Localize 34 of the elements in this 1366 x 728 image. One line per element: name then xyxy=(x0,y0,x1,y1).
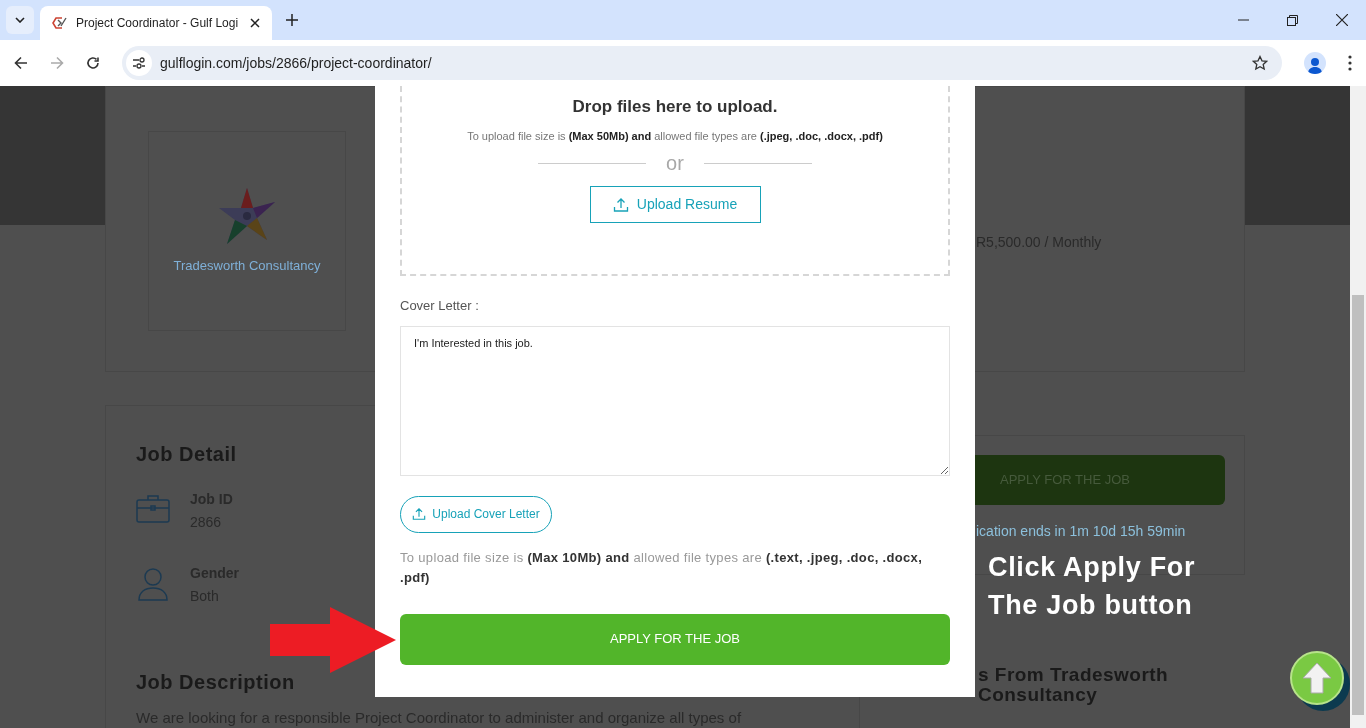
divider-text: or xyxy=(666,151,684,176)
site-settings-icon[interactable] xyxy=(125,50,152,76)
bookmark-star-icon[interactable] xyxy=(1252,55,1269,71)
close-icon[interactable] xyxy=(250,18,260,28)
close-icon[interactable] xyxy=(1336,14,1348,26)
site-logo-icon xyxy=(52,16,68,30)
upload-icon xyxy=(412,507,427,521)
browser-tab[interactable]: Project Coordinator - Gulf Logi xyxy=(40,6,272,40)
scrollbar[interactable] xyxy=(1350,86,1366,728)
annotation-caption: Click Apply For The Job button xyxy=(988,551,1197,622)
drop-note: To upload file size is (Max 50Mb) and allowed file types are (.jpeg, .doc, .docx, .pdf) xyxy=(467,128,883,144)
restore-icon[interactable] xyxy=(1287,14,1298,26)
menu-icon[interactable] xyxy=(1348,55,1353,71)
new-tab-icon[interactable] xyxy=(286,14,298,26)
reload-icon[interactable] xyxy=(85,56,100,70)
briefcase-icon xyxy=(136,493,170,523)
upload-icon xyxy=(612,196,629,213)
company-name: Tradesworth Consultancy xyxy=(173,257,321,276)
person-icon xyxy=(138,567,168,601)
tab-list-button[interactable] xyxy=(6,6,34,34)
caret-icon xyxy=(15,17,25,23)
field-label: Cover Letter : xyxy=(400,297,480,315)
profile-icon[interactable] xyxy=(1304,52,1327,74)
up-arrow-icon xyxy=(1302,662,1332,694)
scroll-to-top-button[interactable] xyxy=(1290,651,1350,711)
upload-note: To upload file size is (Max 10Mb) and allowed file types are (.text, .jpeg, .doc, .docx, .pdf) xyxy=(400,548,924,587)
deadline-text: ication ends in 1m 10d 15h 59min xyxy=(976,522,1187,541)
tab-title: Project Coordinator - Gulf Logi xyxy=(76,15,240,32)
drop-title: Drop files here to upload. xyxy=(572,96,778,118)
drop-zone[interactable]: Drop files here to upload. To upload file size is (Max 50Mb) and allowed file types are (.jpeg, .doc, .docx, .pdf) or Upload Resume xyxy=(400,86,950,276)
cover-letter-field[interactable]: I'm Interested in this job. xyxy=(400,325,950,476)
url-text: gulflogin.com/jobs/2866/project-coordinator/ xyxy=(159,53,433,73)
address-bar[interactable]: gulflogin.com/jobs/2866/project-coordinator/ xyxy=(121,46,1283,80)
back-icon[interactable] xyxy=(14,56,28,70)
